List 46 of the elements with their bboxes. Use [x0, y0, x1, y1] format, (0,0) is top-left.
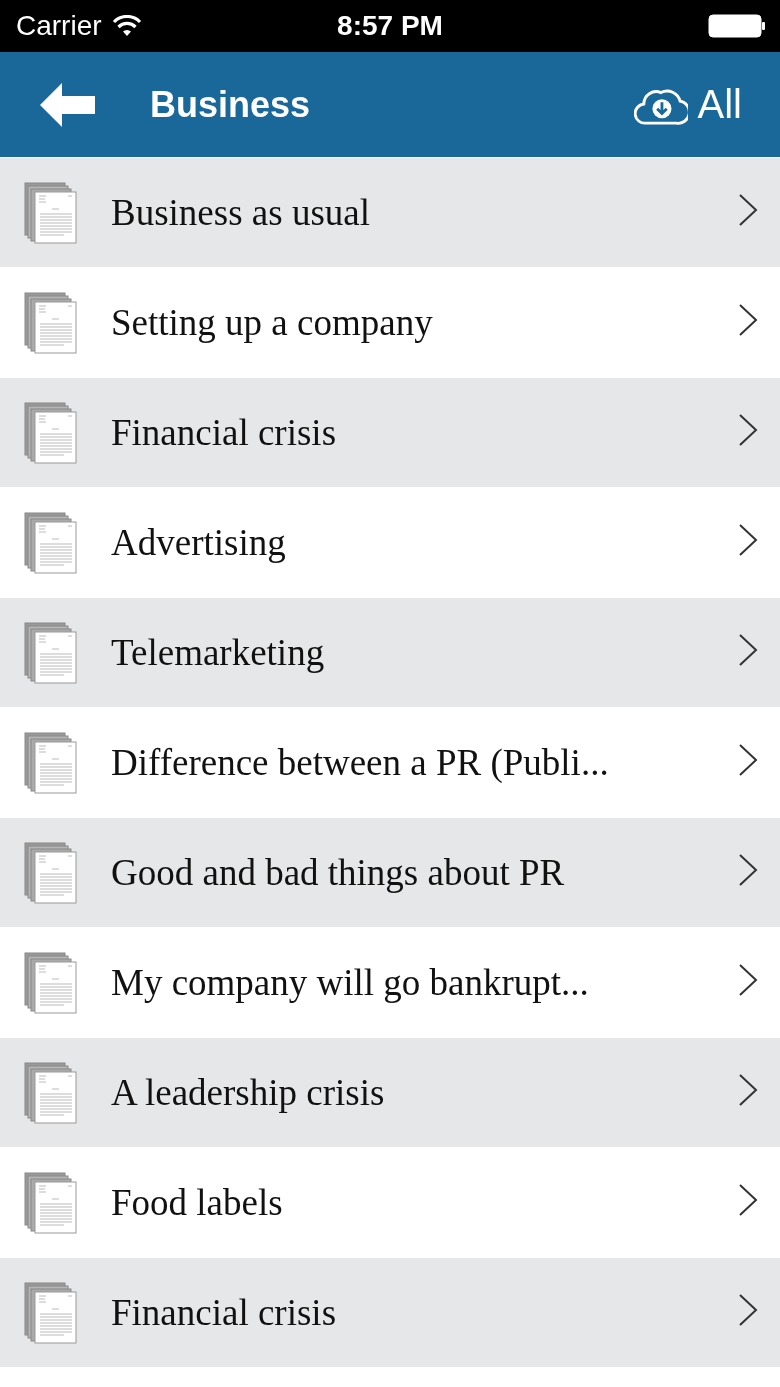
documents-icon	[24, 621, 78, 684]
list-item[interactable]: Good and bad things about PR	[0, 817, 780, 927]
item-title: Good and bad things about PR	[111, 851, 566, 894]
chevron-right-icon	[738, 302, 758, 337]
item-title: Setting up a company	[111, 301, 434, 344]
chevron-right-icon	[738, 632, 758, 667]
list-item[interactable]: Financial crisis	[0, 1257, 780, 1367]
status-time: 8:57 PM	[337, 10, 443, 42]
documents-icon	[24, 291, 78, 354]
back-arrow-icon[interactable]	[40, 82, 96, 127]
chevron-right-icon	[738, 192, 758, 227]
list-item[interactable]: Business as usual	[0, 157, 780, 267]
chevron-right-icon	[738, 522, 758, 557]
carrier-label: Carrier	[16, 10, 102, 42]
chevron-right-icon	[738, 1182, 758, 1217]
documents-icon	[24, 1061, 78, 1124]
list-item[interactable]: Telemarketing	[0, 597, 780, 707]
item-title: Financial crisis	[111, 1291, 338, 1334]
item-title: Business as usual	[111, 191, 371, 234]
wifi-icon	[111, 15, 142, 37]
item-title: Advertising	[111, 521, 287, 564]
chevron-right-icon	[738, 742, 758, 777]
item-title: Food labels	[111, 1181, 284, 1224]
list-item[interactable]: Financial crisis	[0, 377, 780, 487]
battery-icon	[708, 14, 766, 38]
documents-icon	[24, 951, 78, 1014]
item-title: My company will go bankrupt...	[111, 961, 590, 1004]
item-title: Difference between a PR (Publi...	[111, 741, 610, 784]
chevron-right-icon	[738, 962, 758, 997]
item-title: A leadership crisis	[111, 1071, 386, 1114]
page-title: Business	[150, 83, 312, 126]
item-title: Telemarketing	[111, 631, 326, 674]
chevron-right-icon	[738, 412, 758, 447]
list-item[interactable]: A leadership crisis	[0, 1037, 780, 1147]
chevron-right-icon	[738, 852, 758, 887]
documents-icon	[24, 731, 78, 794]
documents-icon	[24, 841, 78, 904]
documents-icon	[24, 181, 78, 244]
chevron-right-icon	[738, 1292, 758, 1327]
documents-icon	[24, 511, 78, 574]
documents-icon	[24, 1171, 78, 1234]
documents-icon	[24, 401, 78, 464]
documents-icon	[24, 1281, 78, 1344]
download-all-button[interactable]: All	[633, 82, 742, 127]
item-title: Financial crisis	[111, 411, 338, 454]
chevron-right-icon	[738, 1072, 758, 1107]
